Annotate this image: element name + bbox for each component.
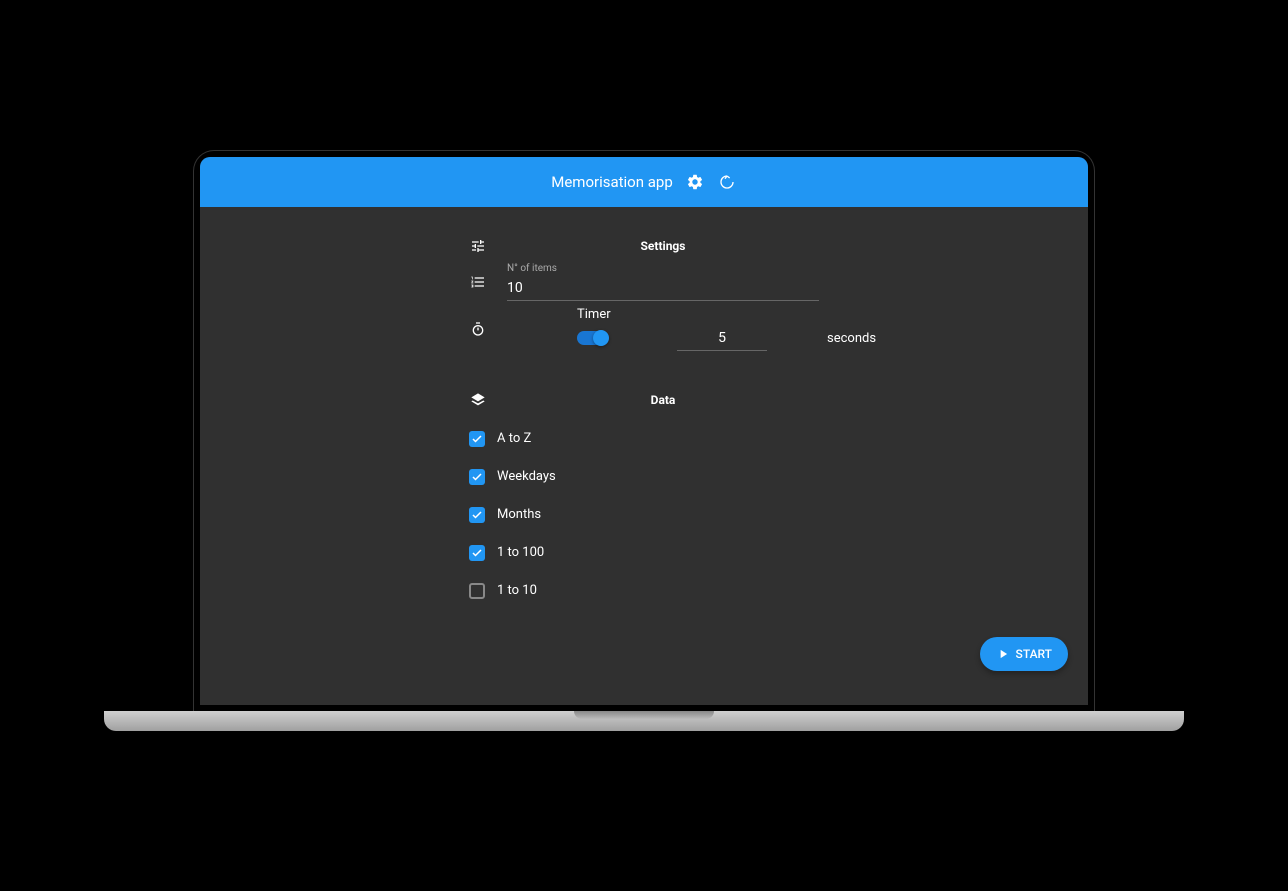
checkbox-icon[interactable] [469, 469, 485, 485]
app-screen: Memorisation app Settings [200, 157, 1088, 705]
timer-label: Timer [577, 307, 876, 322]
data-option-1-to-100[interactable]: 1 to 100 [469, 545, 819, 561]
settings-section: Settings N° of items [469, 237, 819, 357]
start-button-label: START [1016, 647, 1052, 661]
refresh-icon[interactable] [717, 172, 737, 192]
app-header: Memorisation app [200, 157, 1088, 207]
list-numbered-icon [469, 273, 487, 291]
play-icon [996, 647, 1010, 661]
data-option-1-to-10[interactable]: 1 to 10 [469, 583, 819, 599]
checkbox-icon[interactable] [469, 507, 485, 523]
checkbox-label: 1 to 10 [497, 583, 537, 598]
data-option-weekdays[interactable]: Weekdays [469, 469, 819, 485]
timer-toggle[interactable] [577, 331, 607, 345]
app-title: Memorisation app [551, 173, 673, 191]
data-option-months[interactable]: Months [469, 507, 819, 523]
data-title: Data [507, 393, 819, 407]
items-count-input[interactable] [507, 276, 819, 301]
timer-value-input[interactable] [677, 326, 767, 351]
data-option-a-to-z[interactable]: A to Z [469, 431, 819, 447]
checkbox-label: Weekdays [497, 469, 556, 484]
checkbox-label: A to Z [497, 431, 531, 446]
data-section: Data A to Z [469, 391, 819, 599]
checkbox-label: 1 to 100 [497, 545, 544, 560]
tune-icon [469, 237, 487, 255]
checkbox-label: Months [497, 507, 541, 522]
checkbox-icon[interactable] [469, 583, 485, 599]
checkbox-icon[interactable] [469, 431, 485, 447]
settings-title: Settings [507, 239, 819, 253]
timer-unit-label: seconds [827, 331, 876, 346]
timer-icon [469, 320, 487, 338]
start-button[interactable]: START [980, 637, 1068, 671]
checkbox-icon[interactable] [469, 545, 485, 561]
layers-icon [469, 391, 487, 409]
settings-gear-icon[interactable] [685, 172, 705, 192]
items-count-label: N° of items [507, 263, 819, 274]
